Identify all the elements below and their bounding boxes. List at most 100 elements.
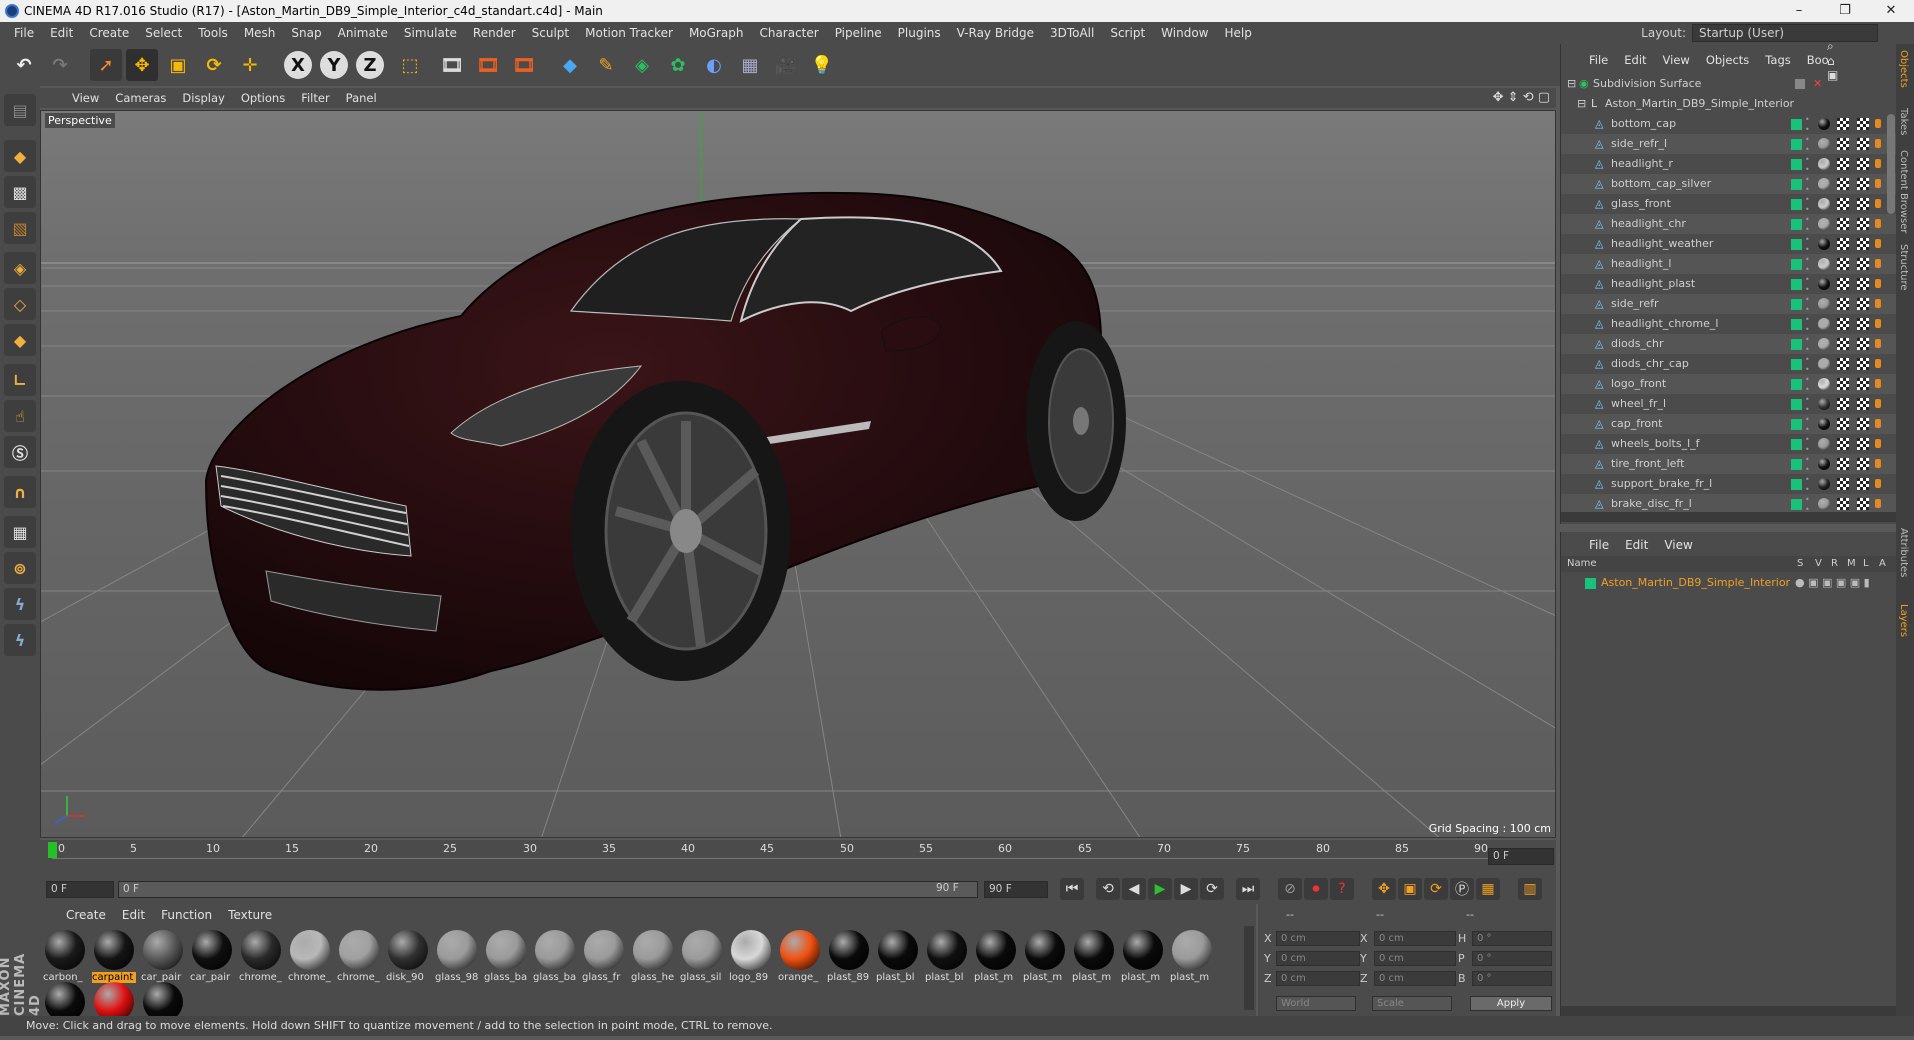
camera-icon[interactable]: 🎥 (770, 49, 802, 81)
maximize-icon[interactable]: ❐ (1822, 0, 1868, 22)
texture-tag-icon[interactable] (1857, 378, 1869, 390)
material-menu-edit[interactable]: Edit (114, 908, 153, 922)
layer-hscrollbar[interactable] (1561, 1006, 1897, 1016)
render-picture-viewer-icon[interactable]: 🎞 (472, 49, 504, 81)
menu-mograph[interactable]: MoGraph (681, 26, 752, 40)
menu-motion-tracker[interactable]: Motion Tracker (577, 26, 681, 40)
phong-tag-icon[interactable] (1875, 299, 1881, 308)
snapping-icon[interactable]: Ⓢ (4, 436, 36, 468)
phong-tag-icon[interactable] (1875, 279, 1881, 288)
material-swatch[interactable]: plast_m (1120, 930, 1166, 988)
visibility-dots[interactable]: • • (1805, 355, 1810, 375)
menu-pipeline[interactable]: Pipeline (827, 26, 890, 40)
material-swatch[interactable]: glass_ba (532, 930, 578, 988)
texture-tag-icon[interactable] (1837, 278, 1849, 290)
material-tag-icon[interactable] (1818, 378, 1830, 390)
object-row[interactable]: ◬ diods_chr • • (1561, 334, 1897, 354)
phong-tag-icon[interactable] (1875, 139, 1881, 148)
material-swatch[interactable]: plast_m (1022, 930, 1068, 988)
tab-content-browser[interactable]: Content Browser (1898, 150, 1909, 233)
material-swatch[interactable]: car_pair (189, 930, 235, 988)
material-swatch[interactable]: plast_m (1169, 930, 1215, 988)
visibility-dots[interactable]: • • (1805, 275, 1810, 295)
material-tag-icon[interactable] (1818, 278, 1830, 290)
visibility-dots[interactable]: • • (1805, 315, 1810, 335)
viewport-menu-cameras[interactable]: Cameras (107, 91, 174, 105)
model-mode-icon[interactable]: ◆ (4, 140, 36, 172)
phong-tag-icon[interactable] (1875, 339, 1881, 348)
visibility-dots[interactable]: • • (1805, 335, 1810, 355)
menu-simulate[interactable]: Simulate (396, 26, 465, 40)
phong-tag-icon[interactable] (1875, 479, 1881, 488)
visibility-dots[interactable]: • • (1805, 215, 1810, 235)
object-row[interactable]: ◬ diods_chr_cap • • (1561, 354, 1897, 374)
menu-3dtoall[interactable]: 3DToAll (1042, 26, 1102, 40)
visibility-dots[interactable]: • • (1805, 235, 1810, 255)
material-tag-icon[interactable] (1818, 498, 1830, 510)
material-tag-icon[interactable] (1818, 318, 1830, 330)
phong-tag-icon[interactable] (1875, 399, 1881, 408)
axis-mode-icon[interactable]: ∟ (4, 364, 36, 396)
texture-tag-icon[interactable] (1857, 458, 1869, 470)
texture-tag-icon[interactable] (1857, 418, 1869, 430)
camera-label[interactable]: Perspective (45, 113, 115, 128)
phong-tag-icon[interactable] (1875, 459, 1881, 468)
texture-tag-icon[interactable] (1857, 358, 1869, 370)
viewport-nav-icons[interactable]: ✥ ⇕ ⟲ ▢ (1493, 90, 1550, 105)
texture-tag-icon[interactable] (1837, 338, 1849, 350)
material-scrollbar[interactable] (1244, 926, 1254, 1010)
texture-tag-icon[interactable] (1857, 298, 1869, 310)
menu-mesh[interactable]: Mesh (236, 26, 284, 40)
tweak-mode-icon[interactable]: ☝ (4, 400, 36, 432)
deformer-icon[interactable]: ◐ (698, 49, 730, 81)
y-axis-icon[interactable]: Y (320, 51, 348, 79)
texture-tag-icon[interactable] (1837, 418, 1849, 430)
layer-menu-edit[interactable]: Edit (1617, 538, 1656, 552)
pos-z-field[interactable]: 0 cm (1276, 971, 1360, 986)
object-row[interactable]: ◬ headlight_plast • • (1561, 274, 1897, 294)
playhead-marker[interactable] (48, 842, 57, 858)
coordinate-system-icon[interactable]: ⬚ (394, 49, 426, 81)
size-y-field[interactable]: 0 cm (1374, 951, 1456, 966)
texture-tag-icon[interactable] (1857, 398, 1869, 410)
tab-layers[interactable]: Layers (1898, 604, 1909, 637)
material-tag-icon[interactable] (1818, 238, 1830, 250)
object-row[interactable]: ◬ side_refr_l • • (1561, 134, 1897, 154)
phong-tag-icon[interactable] (1875, 439, 1881, 448)
texture-tag-icon[interactable] (1837, 118, 1849, 130)
menu-animate[interactable]: Animate (330, 26, 396, 40)
edges-mode-icon[interactable]: ◇ (4, 288, 36, 320)
python-icon[interactable]: ϟ (4, 588, 36, 620)
material-swatch[interactable]: chrome_ (336, 930, 382, 988)
rotate-icon[interactable]: ⟳ (198, 49, 230, 81)
phong-tag-icon[interactable] (1875, 259, 1881, 268)
size-x-field[interactable]: 0 cm (1374, 931, 1456, 946)
magnet-icon[interactable]: ∩ (4, 476, 36, 508)
layer-menu-view[interactable]: View (1656, 538, 1700, 552)
texture-tag-icon[interactable] (1857, 478, 1869, 490)
object-row[interactable]: ◬ bottom_cap_silver • • (1561, 174, 1897, 194)
texture-tag-icon[interactable] (1837, 258, 1849, 270)
texture-tag-icon[interactable] (1837, 318, 1849, 330)
texture-tag-icon[interactable] (1857, 438, 1869, 450)
layer-row[interactable]: Aston_Martin_DB9_Simple_Interior ● ▣ ▣ ▣… (1561, 574, 1897, 592)
object-row[interactable]: ◬ headlight_l • • (1561, 254, 1897, 274)
material-swatch[interactable]: plast_bl (924, 930, 970, 988)
texture-tag-icon[interactable] (1857, 278, 1869, 290)
redo-icon[interactable]: ↷ (44, 49, 76, 81)
menu-tools[interactable]: Tools (190, 26, 236, 40)
tab-attributes[interactable]: Attributes (1898, 528, 1909, 577)
object-row[interactable]: ◬ side_refr • • (1561, 294, 1897, 314)
menu-render[interactable]: Render (465, 26, 524, 40)
minimize-icon[interactable]: – (1776, 0, 1822, 22)
texture-mode-icon[interactable]: ▩ (4, 176, 36, 208)
material-swatch[interactable]: glass_sil (679, 930, 725, 988)
material-swatch[interactable]: plast_89 (826, 930, 872, 988)
phong-tag-icon[interactable] (1875, 199, 1881, 208)
texture-tag-icon[interactable] (1837, 438, 1849, 450)
layer-toggles[interactable]: ● ▣ ▣ ▣ ▣ ▮ (1795, 574, 1870, 592)
keyframe-selection-icon[interactable]: ? (1330, 878, 1354, 900)
material-swatch[interactable]: plast_m (973, 930, 1019, 988)
timeline-ruler[interactable]: 0 5 10 15 20 25 30 35 40 45 50 55 60 65 … (40, 840, 1556, 874)
material-swatch[interactable]: carpaint (91, 930, 137, 988)
